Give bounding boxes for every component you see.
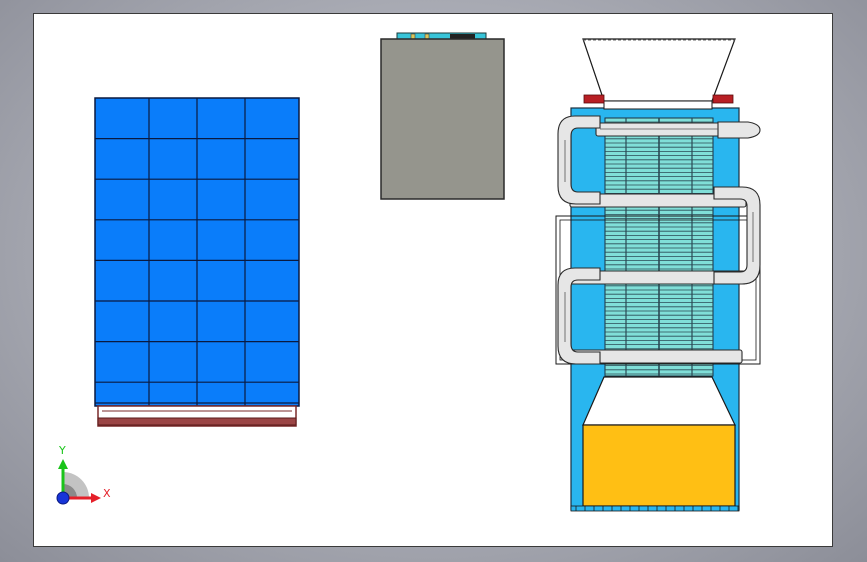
model-scene[interactable]: Y X xyxy=(0,0,867,562)
triad-y-arrow xyxy=(58,459,68,469)
outlet-nozzle[interactable] xyxy=(717,121,761,139)
flange-right[interactable] xyxy=(712,94,734,104)
pipe-header-1[interactable] xyxy=(595,122,721,137)
triad-x-arrow xyxy=(91,493,101,503)
triad-x-label: X xyxy=(103,487,111,500)
lower-hopper[interactable] xyxy=(582,376,736,426)
enclosure-body[interactable] xyxy=(380,38,505,200)
hopper-top[interactable] xyxy=(582,38,736,102)
exchanger-assembly[interactable] xyxy=(555,38,761,512)
enclosure[interactable] xyxy=(380,32,505,200)
hopper-neck xyxy=(603,100,713,110)
triad-y-label: Y xyxy=(58,444,66,457)
graphics-viewport[interactable]: Y X xyxy=(0,0,867,562)
coordinate-triad[interactable]: Y X xyxy=(56,444,111,505)
panel-array-base-bottom xyxy=(97,417,297,426)
flange-left[interactable] xyxy=(583,94,605,104)
triad-z-axis xyxy=(56,491,70,505)
bottom-rail xyxy=(570,505,740,512)
collection-tank[interactable] xyxy=(582,424,736,507)
panel-array[interactable] xyxy=(94,97,300,427)
